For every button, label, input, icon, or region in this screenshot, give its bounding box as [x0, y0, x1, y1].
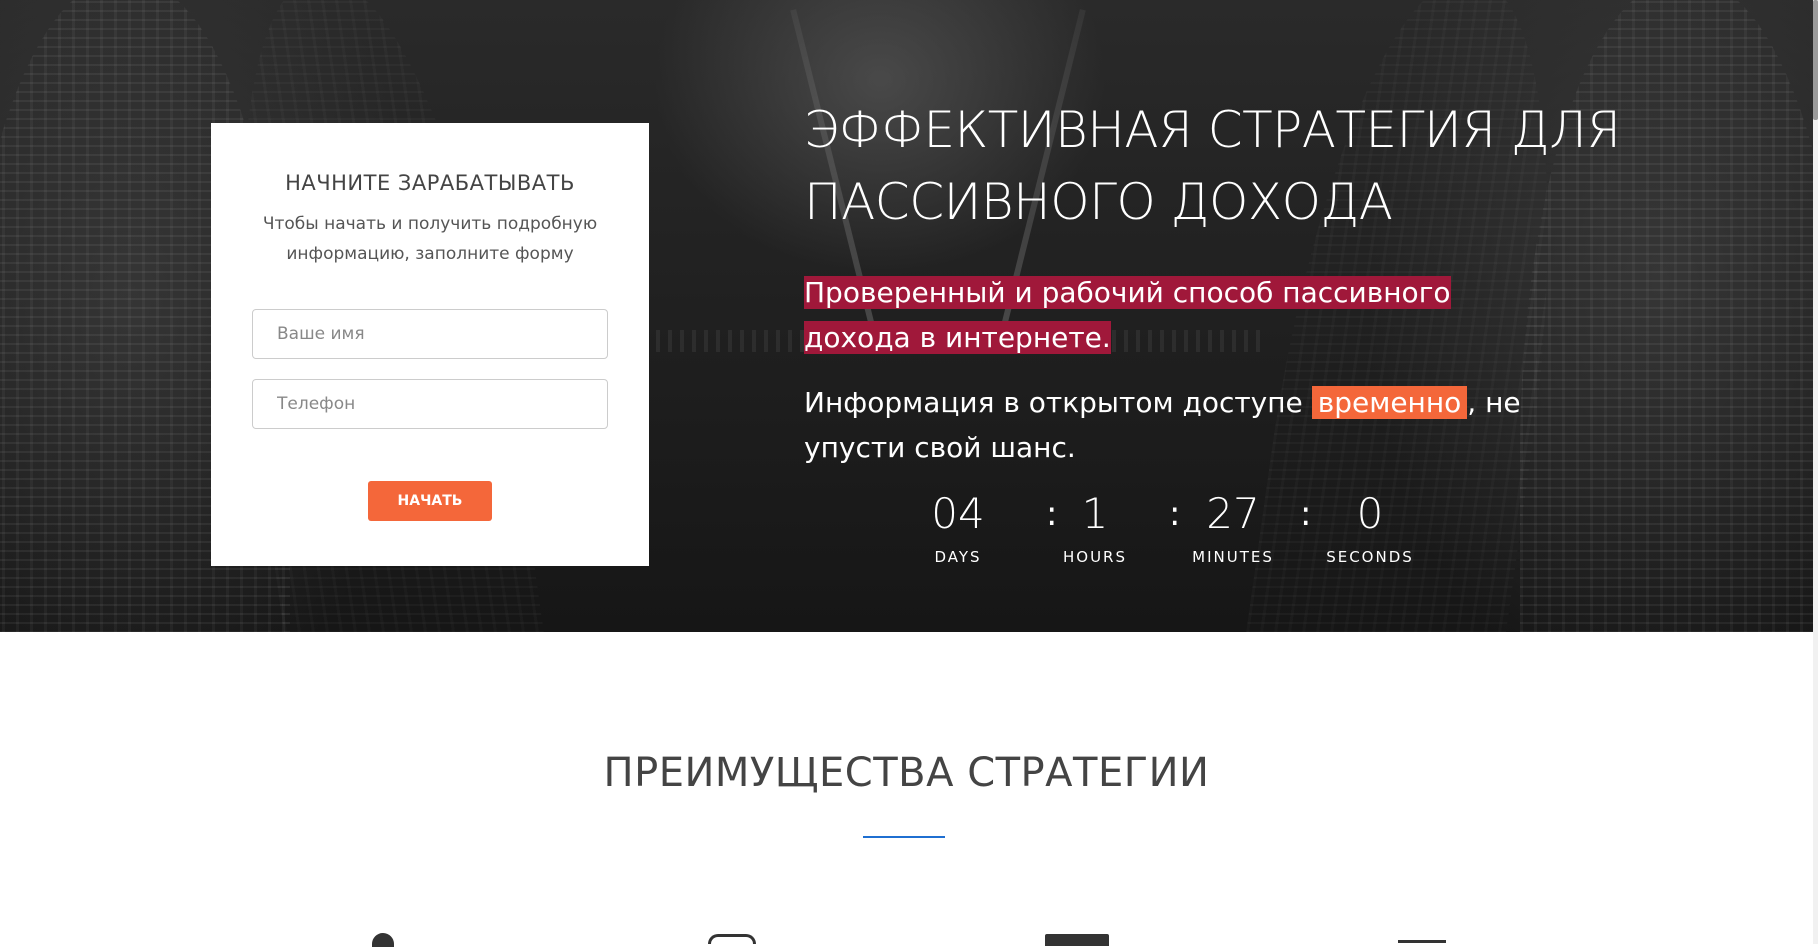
countdown-hours-value: 1 — [1081, 489, 1109, 538]
countdown-days-value: 04 — [931, 489, 985, 538]
advantages-title: ПРЕИМУЩЕСТВА СТРАТЕГИИ — [603, 750, 1210, 796]
countdown-timer: 04 DAYS : 1 HOURS : 27 MINUTES : 0 SECON… — [931, 488, 1428, 568]
person-icon — [372, 933, 394, 947]
phone-input[interactable] — [252, 379, 608, 429]
hero-section: НАЧНИТЕ ЗАРАБАТЫВАТЬ Чтобы начать и полу… — [0, 0, 1813, 632]
countdown-days-label: DAYS — [934, 548, 982, 566]
hero-info: Информация в открытом доступе временно, … — [804, 380, 1564, 470]
countdown-hours-label: HOURS — [1062, 548, 1127, 566]
name-input[interactable] — [252, 309, 608, 359]
countdown-minutes: 27 MINUTES — [1178, 488, 1288, 566]
form-subtitle: Чтобы начать и получить подробную информ… — [262, 214, 598, 264]
hero-title: ЭФФЕКТИВНАЯ СТРАТЕГИЯ ДЛЯ ПАССИВНОГО ДОХ… — [804, 101, 1621, 231]
countdown-separator: : — [1300, 494, 1312, 534]
hero-lead-highlight: Проверенный и рабочий способ пассивного … — [804, 276, 1451, 354]
monitor-icon — [1045, 934, 1109, 946]
countdown-seconds-value: 0 — [1356, 489, 1384, 538]
document-icon — [1398, 940, 1446, 943]
countdown-seconds: 0 SECONDS — [1315, 488, 1425, 566]
scrollbar-thumb[interactable] — [1813, 0, 1818, 120]
signup-form-card: НАЧНИТЕ ЗАРАБАТЫВАТЬ Чтобы начать и полу… — [211, 123, 649, 566]
clock-icon — [708, 934, 756, 944]
scrollbar-track[interactable] — [1813, 0, 1818, 944]
hero-lead: Проверенный и рабочий способ пассивного … — [804, 270, 1564, 360]
countdown-minutes-value: 27 — [1206, 489, 1260, 538]
advantages-divider — [863, 836, 945, 838]
countdown-seconds-label: SECONDS — [1326, 548, 1414, 566]
hero-info-before: Информация в открытом доступе — [804, 386, 1312, 419]
countdown-minutes-label: MINUTES — [1192, 548, 1274, 566]
form-title: НАЧНИТЕ ЗАРАБАТЫВАТЬ — [285, 171, 575, 195]
countdown-hours: 1 HOURS — [1040, 488, 1150, 566]
hero-info-highlight: временно — [1311, 386, 1468, 419]
countdown-days: 04 DAYS — [903, 488, 1013, 566]
start-button[interactable]: НАЧАТЬ — [368, 481, 492, 521]
